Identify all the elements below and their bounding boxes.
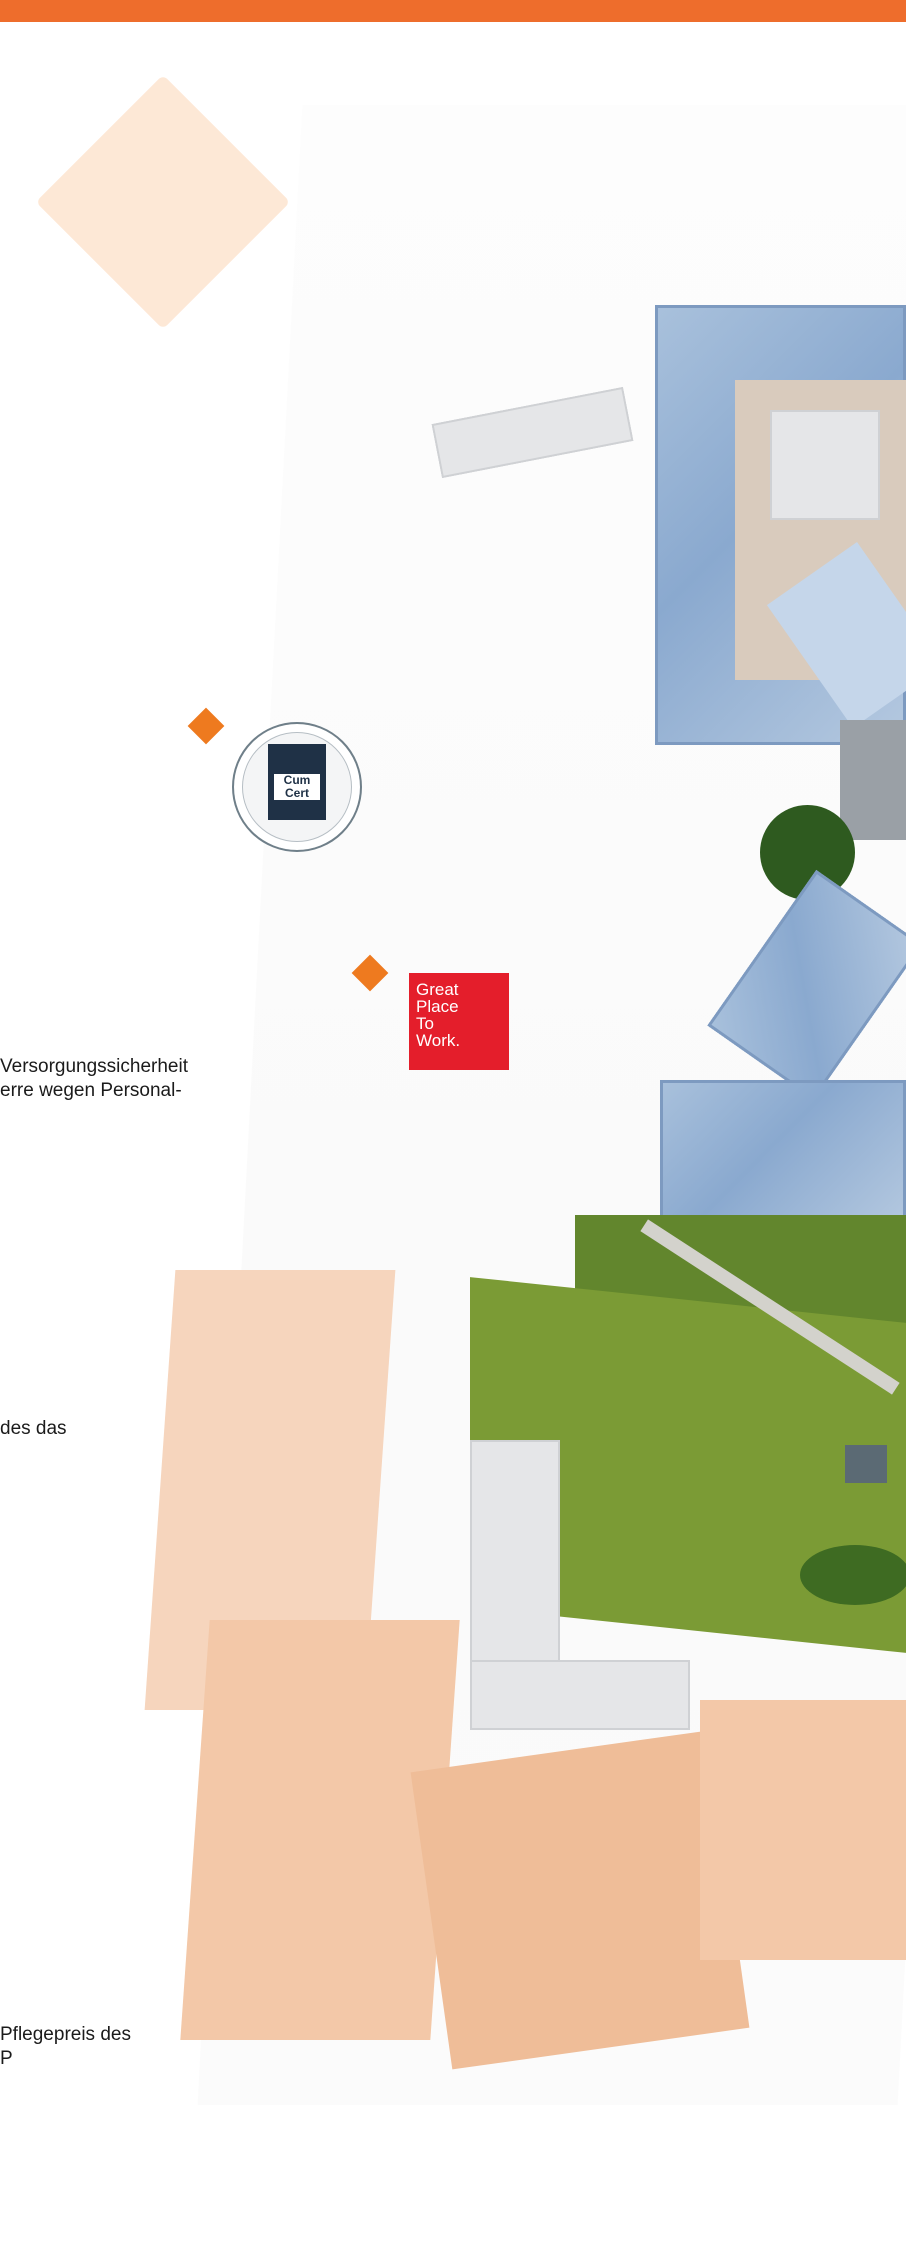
text-fragment-5: P [0, 2048, 13, 2069]
seal-word-2: Cert [274, 787, 320, 800]
text-fragment-2: erre wegen Personal- [0, 1080, 182, 1101]
cumcert-mark: Cum Cert [268, 744, 326, 820]
text-fragment-4: Pflegepreis des [0, 2024, 131, 2045]
terrace [470, 1440, 560, 1670]
gptw-line-1: Great [416, 980, 459, 999]
great-place-to-work-logo: Great Place To Work. [409, 973, 509, 1070]
connecting-roof [470, 1660, 690, 1730]
gptw-line-3: To [416, 1014, 434, 1033]
road [840, 720, 906, 840]
building-roof-east [660, 1080, 906, 1230]
historic-roof-east [700, 1700, 906, 1960]
shrubs [800, 1545, 906, 1605]
fountain [845, 1445, 887, 1483]
gptw-line-4: Work. [416, 1031, 461, 1050]
text-fragment-1: Versorgungssicherheit [0, 1056, 188, 1077]
cumcert-seal-logo: Cum Cert [232, 722, 362, 852]
text-fragment-3: des das [0, 1418, 67, 1439]
gptw-line-2: Place [416, 997, 459, 1016]
historic-roof-south [410, 1730, 750, 2070]
skylight-roof [770, 410, 880, 520]
aerial-campus-photo [0, 0, 906, 2246]
